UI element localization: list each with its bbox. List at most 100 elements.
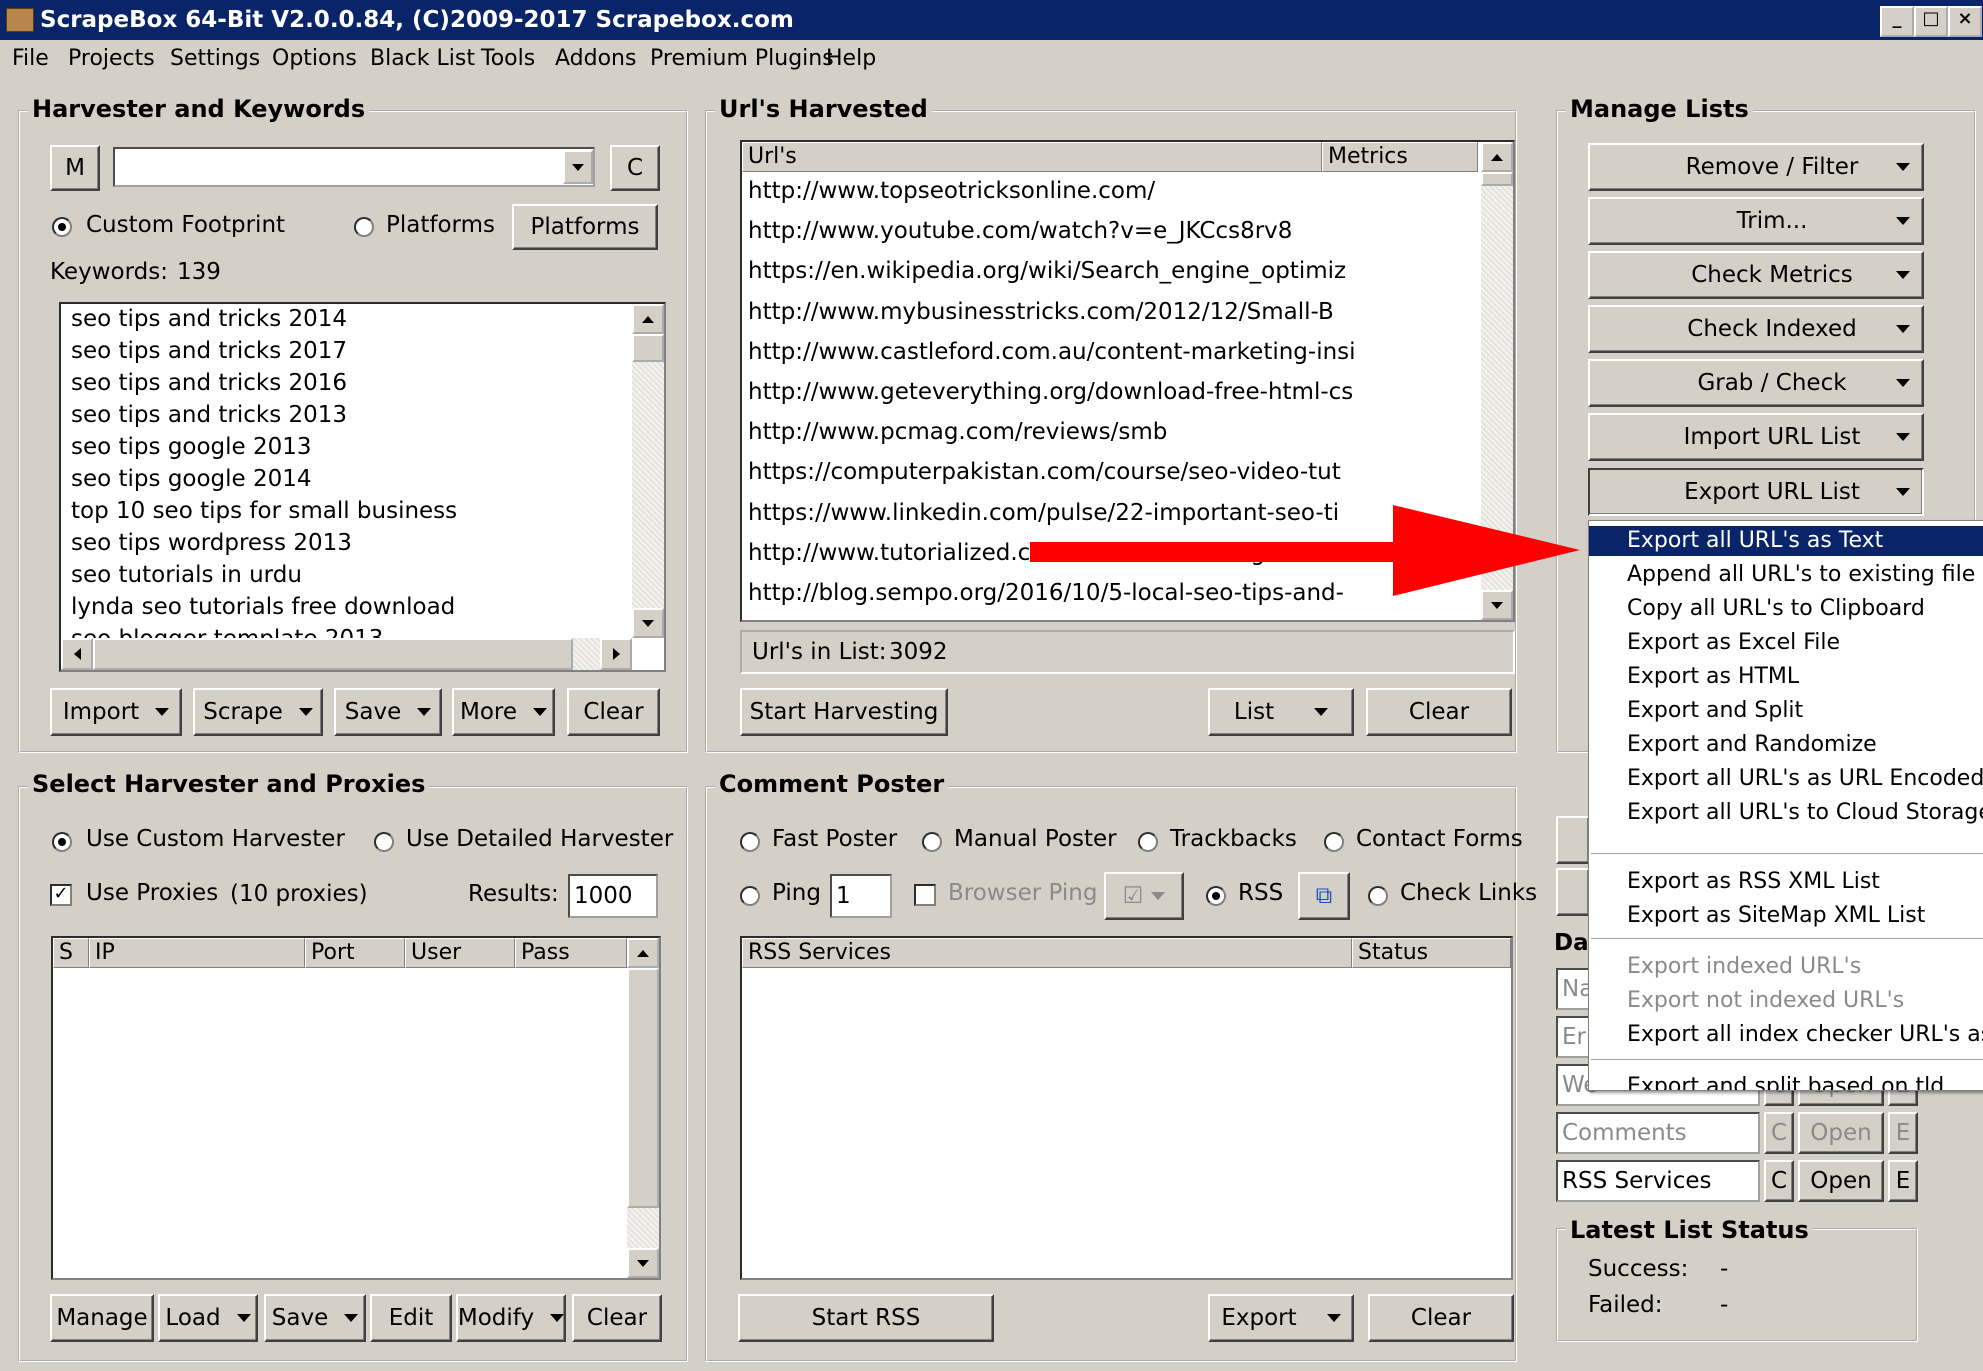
rss-copy-icon[interactable]: ⧉ bbox=[1298, 872, 1350, 920]
keyword-item[interactable]: seo tips google 2013 bbox=[71, 434, 312, 460]
column-header-port[interactable]: Port bbox=[305, 938, 405, 968]
import-button[interactable]: Import bbox=[50, 688, 182, 736]
modify-proxies-button[interactable]: Modify bbox=[456, 1294, 566, 1342]
footprint-dropdown-icon[interactable] bbox=[563, 150, 593, 184]
export-menu-item[interactable]: Export and split based on tld bbox=[1589, 1072, 1983, 1090]
start-rss-button[interactable]: Start RSS bbox=[738, 1294, 994, 1342]
export-menu-item[interactable]: Copy all URL's to Clipboard bbox=[1589, 594, 1983, 624]
column-header-s[interactable]: S bbox=[53, 938, 89, 968]
minimize-button[interactable]: _ bbox=[1880, 6, 1914, 37]
keyword-item[interactable]: lynda seo tutorials free download bbox=[71, 594, 455, 620]
url-item[interactable]: http://www.pcmag.com/reviews/smb bbox=[748, 419, 1167, 445]
keyword-item[interactable]: top 10 seo tips for small business bbox=[71, 498, 457, 524]
url-item[interactable]: http://www.mybusinesstricks.com/2012/12/… bbox=[748, 299, 1334, 325]
list-button[interactable]: List bbox=[1208, 688, 1354, 736]
scrape-button[interactable]: Scrape bbox=[193, 688, 323, 736]
export-rss-button[interactable]: Export bbox=[1208, 1294, 1354, 1342]
proxies-scroll-thumb[interactable] bbox=[627, 968, 659, 1208]
scroll-right-icon[interactable] bbox=[600, 638, 632, 670]
export-menu-item[interactable]: Export and Randomize bbox=[1589, 730, 1983, 760]
keyword-item[interactable]: seo tips google 2014 bbox=[71, 466, 312, 492]
custom-harvester-radio[interactable] bbox=[52, 832, 72, 852]
menu-tools[interactable]: Tools bbox=[481, 46, 535, 71]
keyword-item[interactable]: seo tutorials in urdu bbox=[71, 562, 302, 588]
column-header-user[interactable]: User bbox=[405, 938, 515, 968]
column-header-status[interactable]: Status bbox=[1352, 938, 1511, 968]
url-item[interactable]: http://www.topseotricksonline.com/ bbox=[748, 178, 1155, 204]
keywords-hscroll-thumb[interactable] bbox=[93, 638, 573, 670]
column-header-urls[interactable]: Url's bbox=[742, 142, 1322, 172]
menu-file[interactable]: File bbox=[12, 46, 49, 71]
menu-premium-plugins[interactable]: Premium Plugins bbox=[650, 46, 834, 71]
scroll-up-icon[interactable] bbox=[1481, 142, 1513, 172]
manage-button-import-url-list[interactable]: Import URL List bbox=[1588, 413, 1924, 461]
column-header-ip[interactable]: IP bbox=[89, 938, 305, 968]
browser-ping-checkbox[interactable] bbox=[914, 884, 936, 906]
data-file-open-button[interactable]: Open bbox=[1798, 1160, 1884, 1202]
load-proxies-button[interactable]: Load bbox=[158, 1294, 258, 1342]
keyword-item[interactable]: seo tips and tricks 2013 bbox=[71, 402, 347, 428]
results-input[interactable]: 1000 bbox=[568, 874, 658, 918]
data-file-clear-button[interactable]: C bbox=[1764, 1112, 1794, 1154]
manual-poster-radio[interactable] bbox=[922, 832, 942, 852]
data-file-field[interactable]: RSS Services bbox=[1556, 1160, 1760, 1202]
scroll-up-icon[interactable] bbox=[632, 304, 664, 334]
keywords-list[interactable]: seo tips and tricks 2014 seo tips and tri… bbox=[59, 302, 666, 672]
manage-button-remove-filter[interactable]: Remove / Filter bbox=[1588, 143, 1924, 191]
manage-button-export-url-list[interactable]: Export URL List bbox=[1588, 468, 1924, 516]
column-header-metrics[interactable]: Metrics bbox=[1322, 142, 1478, 172]
menu-projects[interactable]: Projects bbox=[68, 46, 155, 71]
maximize-button[interactable]: □ bbox=[1914, 6, 1948, 37]
save-proxies-button[interactable]: Save bbox=[264, 1294, 366, 1342]
contact-forms-radio[interactable] bbox=[1324, 832, 1344, 852]
url-item[interactable]: http://www.geteverything.org/download-fr… bbox=[748, 379, 1353, 405]
poster-side-button-1[interactable] bbox=[1556, 816, 1590, 864]
use-proxies-checkbox[interactable]: ✓ bbox=[50, 884, 72, 906]
export-menu-item[interactable]: Export all URL's as URL Encoded Ansi bbox=[1589, 764, 1983, 794]
export-menu-item[interactable]: Export all URL's to Cloud Storage bbox=[1589, 798, 1983, 828]
custom-footprint-radio[interactable] bbox=[52, 217, 72, 237]
rss-services-table[interactable]: RSS Services Status bbox=[740, 936, 1513, 1280]
data-file-edit-button[interactable]: E bbox=[1888, 1112, 1918, 1154]
export-menu-item[interactable]: Export as RSS XML List bbox=[1589, 867, 1983, 897]
keywords-scroll-thumb[interactable] bbox=[632, 334, 664, 362]
poster-side-button-2[interactable] bbox=[1556, 868, 1590, 916]
urls-scroll-thumb[interactable] bbox=[1481, 172, 1513, 186]
scroll-left-icon[interactable] bbox=[61, 638, 93, 670]
manage-button-trim[interactable]: Trim... bbox=[1588, 197, 1924, 245]
menu-black-list[interactable]: Black List bbox=[370, 46, 475, 71]
menu-options[interactable]: Options bbox=[272, 46, 357, 71]
clear-urls-button[interactable]: Clear bbox=[1366, 688, 1512, 736]
manage-button-check-indexed[interactable]: Check Indexed bbox=[1588, 305, 1924, 353]
start-harvesting-button[interactable]: Start Harvesting bbox=[740, 688, 948, 736]
edit-proxies-button[interactable]: Edit bbox=[370, 1294, 452, 1342]
browser-ping-settings-button[interactable]: ☑ bbox=[1104, 872, 1184, 920]
keyword-item[interactable]: seo tips and tricks 2014 bbox=[71, 306, 347, 332]
ping-radio[interactable] bbox=[740, 886, 760, 906]
check-links-radio[interactable] bbox=[1368, 886, 1388, 906]
export-menu-item[interactable]: Export as Excel File bbox=[1589, 628, 1983, 658]
menu-addons[interactable]: Addons bbox=[555, 46, 636, 71]
export-menu-item[interactable]: Export all URL's as Text bbox=[1589, 526, 1983, 556]
clear-proxies-button[interactable]: Clear bbox=[572, 1294, 662, 1342]
column-header-pass[interactable]: Pass bbox=[515, 938, 627, 968]
data-file-open-button[interactable]: Open bbox=[1798, 1112, 1884, 1154]
menu-settings[interactable]: Settings bbox=[170, 46, 260, 71]
scroll-up-icon[interactable] bbox=[627, 938, 659, 968]
close-button[interactable]: × bbox=[1948, 6, 1982, 37]
platforms-button[interactable]: Platforms bbox=[512, 204, 658, 250]
save-keywords-button[interactable]: Save bbox=[334, 688, 442, 736]
menu-help[interactable]: Help bbox=[826, 46, 876, 71]
data-file-clear-button[interactable]: C bbox=[1764, 1160, 1794, 1202]
scroll-down-icon[interactable] bbox=[627, 1248, 659, 1278]
rss-radio[interactable] bbox=[1206, 886, 1226, 906]
platforms-radio[interactable] bbox=[354, 217, 374, 237]
scroll-down-icon[interactable] bbox=[632, 608, 664, 638]
export-menu-item[interactable]: Append all URL's to existing file bbox=[1589, 560, 1983, 590]
data-file-edit-button[interactable]: E bbox=[1888, 1160, 1918, 1202]
c-button[interactable]: C bbox=[610, 145, 660, 191]
detailed-harvester-radio[interactable] bbox=[374, 832, 394, 852]
footprint-combo[interactable] bbox=[113, 147, 595, 187]
manage-proxies-button[interactable]: Manage bbox=[50, 1294, 154, 1342]
export-menu-item[interactable]: Export all index checker URL's as Excel bbox=[1589, 1020, 1983, 1050]
